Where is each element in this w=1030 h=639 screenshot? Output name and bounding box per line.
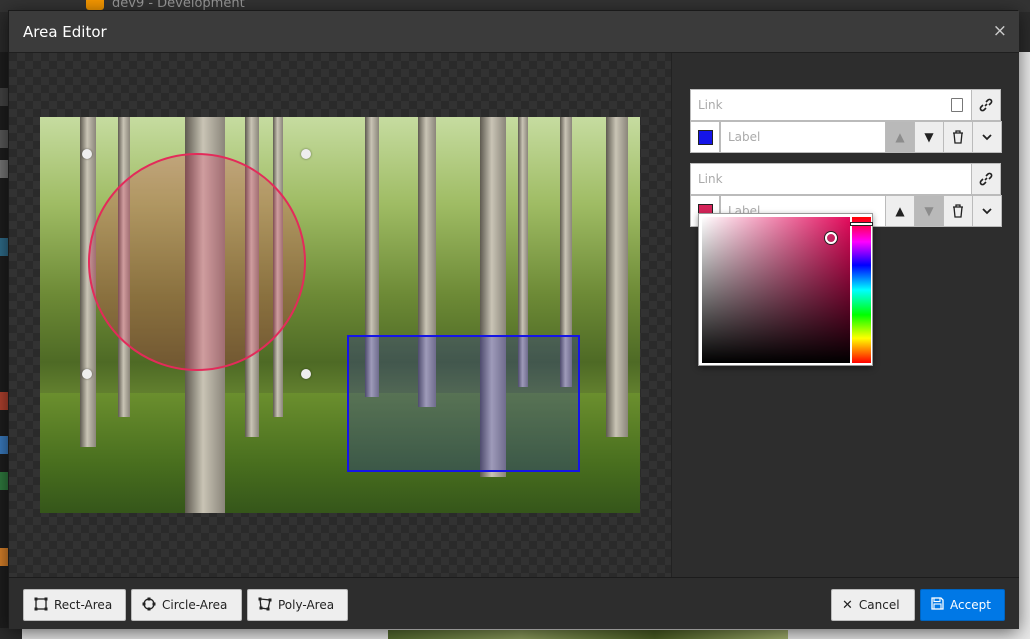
circle-resize-handle[interactable] bbox=[301, 149, 311, 159]
modal-title: Area Editor bbox=[23, 23, 107, 41]
rect-area-button[interactable]: Rect-Area bbox=[23, 589, 126, 621]
circle-resize-handle[interactable] bbox=[301, 369, 311, 379]
trash-icon[interactable] bbox=[943, 195, 973, 227]
accept-button[interactable]: Accept bbox=[920, 589, 1005, 621]
circle-resize-handle[interactable] bbox=[82, 369, 92, 379]
rect-area-icon bbox=[34, 597, 48, 614]
area-1-label-input[interactable]: Label bbox=[720, 121, 886, 153]
modal-footer: Rect-Area Circle-Area Poly-Area ✕ Cancel… bbox=[9, 577, 1019, 629]
circle-resize-handle[interactable] bbox=[82, 149, 92, 159]
background-right bbox=[1018, 52, 1030, 639]
save-icon bbox=[931, 597, 944, 613]
image-canvas bbox=[9, 53, 671, 577]
area-2-link-input[interactable]: Link bbox=[690, 163, 972, 195]
arrow-down-icon[interactable]: ▼ bbox=[914, 121, 944, 153]
accept-label: Accept bbox=[950, 598, 991, 612]
rect-area[interactable] bbox=[347, 335, 580, 472]
areas-panel: Link Label ▲ ▼ Link Label ▲ ▼ bbox=[671, 53, 1019, 577]
arrow-up-icon[interactable]: ▲ bbox=[885, 121, 915, 153]
area-editor-modal: Area Editor × Link Label ▲ ▼ Link Label … bbox=[8, 10, 1019, 629]
hue-marker[interactable] bbox=[850, 222, 873, 226]
cancel-label: Cancel bbox=[858, 598, 900, 612]
color-picker bbox=[698, 213, 873, 366]
circle-area[interactable] bbox=[88, 153, 306, 371]
poly-area-icon bbox=[258, 597, 272, 614]
page-icon[interactable] bbox=[951, 98, 963, 112]
chevron-down-icon[interactable] bbox=[972, 121, 1002, 153]
circle-area-icon bbox=[142, 597, 156, 614]
color-swatch bbox=[697, 129, 713, 145]
trash-icon[interactable] bbox=[943, 121, 973, 153]
link-icon[interactable] bbox=[971, 89, 1001, 121]
link-icon[interactable] bbox=[971, 163, 1001, 195]
modal-header: Area Editor × bbox=[9, 11, 1019, 53]
rect-area-label: Rect-Area bbox=[54, 598, 113, 612]
background-bottom bbox=[0, 628, 1030, 639]
poly-area-button[interactable]: Poly-Area bbox=[247, 589, 348, 621]
hue-slider[interactable] bbox=[852, 217, 871, 363]
close-icon: ✕ bbox=[842, 597, 853, 613]
cms-logo bbox=[86, 0, 104, 10]
poly-area-label: Poly-Area bbox=[278, 598, 335, 612]
cancel-button[interactable]: ✕ Cancel bbox=[831, 589, 915, 621]
circle-area-label: Circle-Area bbox=[162, 598, 228, 612]
area-1-link-input[interactable]: Link bbox=[690, 89, 972, 121]
close-icon[interactable]: × bbox=[993, 22, 1007, 40]
arrow-up-icon[interactable]: ▲ bbox=[885, 195, 915, 227]
arrow-down-icon[interactable]: ▼ bbox=[914, 195, 944, 227]
circle-area-button[interactable]: Circle-Area bbox=[131, 589, 242, 621]
forest-image bbox=[40, 117, 640, 513]
area-1-color-swatch[interactable] bbox=[690, 121, 720, 153]
color-cursor[interactable] bbox=[825, 232, 837, 244]
chevron-down-icon[interactable] bbox=[972, 195, 1002, 227]
